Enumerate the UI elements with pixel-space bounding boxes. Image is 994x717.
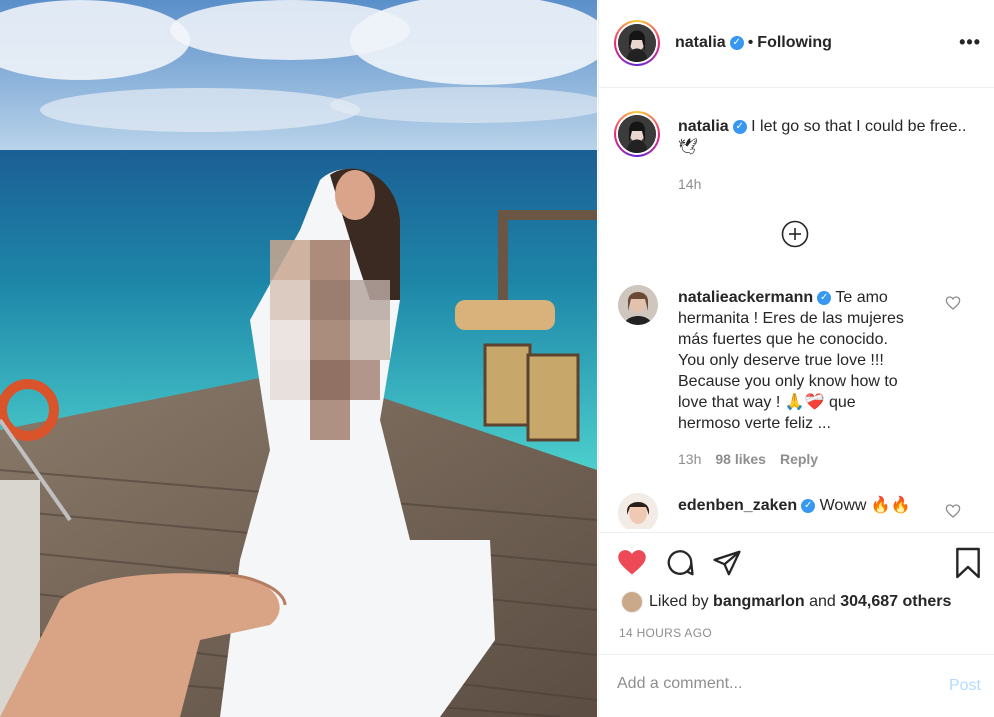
comment-likes[interactable]: 98 likes (715, 451, 766, 467)
heart-filled-icon[interactable] (617, 548, 647, 576)
add-comment-input[interactable] (617, 675, 917, 693)
post-header: natalia ✓ • Following ••• (599, 0, 994, 88)
post-time[interactable]: 14 HOURS AGO (619, 626, 712, 640)
verified-badge-icon: ✓ (817, 290, 832, 305)
liked-by-user[interactable]: bangmarlon (713, 593, 805, 610)
comment-username[interactable]: natalieackermann (678, 289, 813, 306)
liked-by-joiner: and (809, 593, 836, 611)
comment-time[interactable]: 13h (678, 451, 701, 467)
separator-dot: • (747, 34, 754, 51)
author-username[interactable]: natalia (675, 34, 726, 51)
add-comment-bar: Post (599, 654, 994, 717)
caption-avatar[interactable] (614, 111, 660, 157)
verified-badge-icon: ✓ (729, 35, 744, 50)
header-line: natalia ✓ • Following (675, 34, 832, 52)
reply-button[interactable]: Reply (780, 451, 818, 467)
comment-meta: 13h 98 likes Reply (678, 451, 818, 467)
comment-like-icon[interactable] (945, 295, 961, 311)
liked-by-prefix: Liked by (649, 593, 709, 611)
comments-section: natalia ✓ I let go so that I could be fre… (599, 89, 994, 529)
post-button[interactable]: Post (949, 677, 981, 695)
more-options-icon[interactable]: ••• (959, 32, 981, 53)
following-button[interactable]: Following (757, 34, 832, 51)
plus-circle-icon[interactable] (781, 220, 809, 248)
comment-icon[interactable] (665, 548, 695, 578)
share-icon[interactable] (712, 548, 742, 578)
liked-by: Liked by bangmarlon and 304,687 others (621, 591, 951, 613)
post-panel: natalia ✓ • Following ••• natalia ✓ I let go… (598, 0, 994, 717)
comment-avatar[interactable] (618, 285, 658, 325)
caption-time[interactable]: 14h (678, 176, 701, 192)
caption-username[interactable]: natalia (678, 118, 729, 135)
comment-item: edenben_zaken ✓ Woww 🔥🔥 (678, 495, 918, 516)
verified-badge-icon: ✓ (732, 119, 747, 134)
comment-text: Te amo hermanita ! Eres de las mujeres m… (678, 289, 904, 432)
comment-item: natalieackermann ✓ Te amo hermanita ! Ere… (678, 287, 918, 434)
comment-username[interactable]: edenben_zaken (678, 497, 797, 514)
liker-avatar[interactable] (621, 591, 643, 613)
verified-badge-icon: ✓ (801, 498, 816, 513)
author-avatar[interactable] (614, 20, 660, 66)
comment-text: Woww 🔥🔥 (819, 497, 911, 514)
bookmark-icon[interactable] (954, 547, 982, 579)
caption: natalia ✓ I let go so that I could be fre… (678, 116, 968, 158)
post-actions: Liked by bangmarlon and 304,687 others 1… (599, 532, 994, 652)
comment-avatar[interactable] (618, 493, 658, 529)
post-image (0, 0, 597, 717)
comment-like-icon[interactable] (945, 503, 961, 519)
liked-by-others[interactable]: 304,687 others (840, 593, 951, 610)
post-photo[interactable] (0, 0, 597, 717)
